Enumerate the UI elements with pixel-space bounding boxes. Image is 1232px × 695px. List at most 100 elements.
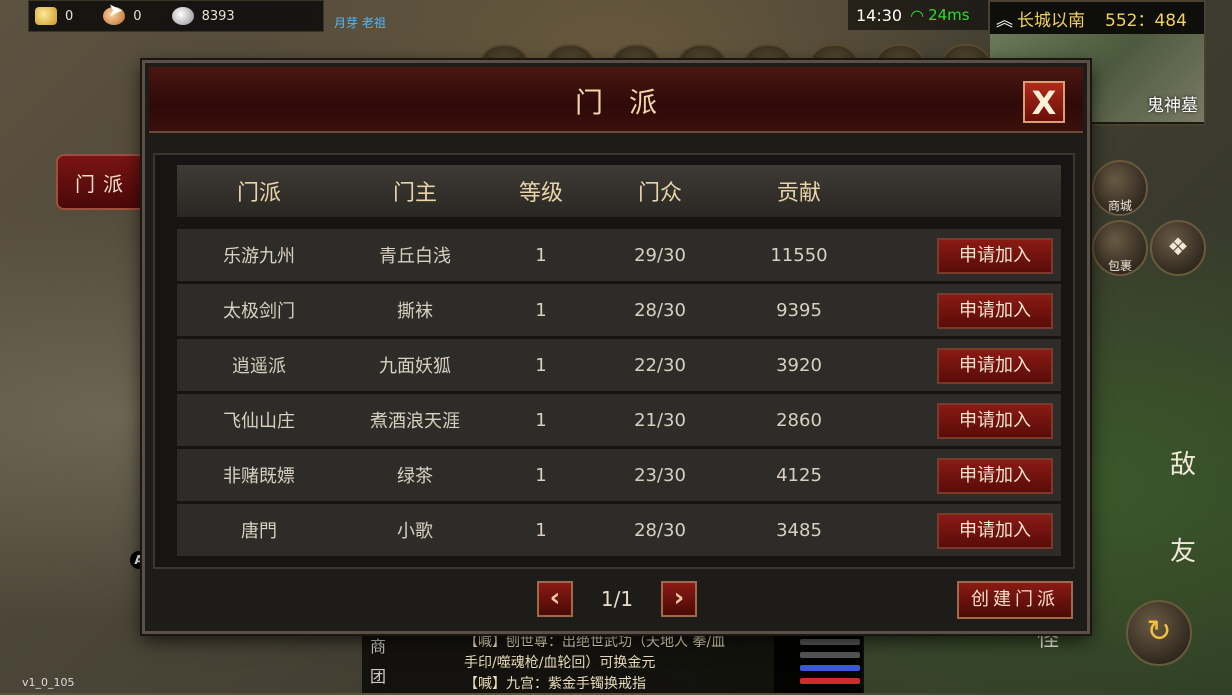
table-row: 飞仙山庄 煮酒浪天涯 1 21/30 2860 申请加入 xyxy=(177,394,1061,446)
silver-amount: 8393 xyxy=(201,8,235,24)
sect-contribution: 3485 xyxy=(776,519,822,541)
sect-members: 23/30 xyxy=(634,464,686,486)
diamond-grid-icon: ❖ xyxy=(1167,233,1189,261)
minimap-header: ︽ 长城以南 552：484 xyxy=(990,2,1204,34)
sect-leader: 煮酒浪天涯 xyxy=(370,411,460,432)
sect-side-tab[interactable]: 门派 xyxy=(56,154,150,210)
next-page-button[interactable]: › xyxy=(661,581,697,617)
map-zone-label: 鬼神墓 xyxy=(1147,96,1198,116)
chat-line: 手印/噬魂枪/血轮回）可换金元 xyxy=(464,655,656,671)
column-header-leader: 门主 xyxy=(392,181,437,206)
chevron-right-icon: › xyxy=(673,583,685,613)
map-coordinates: 552：484 xyxy=(1105,10,1187,31)
table-row: 唐門 小歌 1 28/30 3485 申请加入 xyxy=(177,504,1061,556)
table-row: 乐游九州 青丘白浅 1 29/30 11550 申请加入 xyxy=(177,229,1061,281)
column-header-level: 等级 xyxy=(518,181,563,206)
pagination: ‹ 1/1 › xyxy=(537,581,697,617)
wifi-icon: ◠ xyxy=(910,5,925,25)
prev-page-button[interactable]: ‹ xyxy=(537,581,573,617)
gold-currency: 0 xyxy=(29,7,73,25)
chat-messages: 【喊】刨世尊：出绝世武功（天地人 拳/血 手印/噬魂枪/血轮回）可换金元 【喊】… xyxy=(464,632,725,695)
table-row: 太极剑门 撕袜 1 28/30 9395 申请加入 xyxy=(177,284,1061,336)
shop-button[interactable]: 商城 xyxy=(1092,160,1148,216)
sect-level: 1 xyxy=(535,299,547,321)
player-name-tags[interactable]: 月芽 老祖 xyxy=(334,14,386,31)
sect-leader: 九面妖狐 xyxy=(379,356,451,377)
apply-join-button[interactable]: 申请加入 xyxy=(937,293,1053,329)
sect-members: 22/30 xyxy=(634,354,686,376)
status-bar: 14:30 ◠ 24ms xyxy=(848,0,988,30)
sect-leader: 青丘白浅 xyxy=(379,246,451,267)
sect-name: 太极剑门 xyxy=(223,301,295,322)
table-header: 门派 门主 等级 门众 贡献 xyxy=(177,165,1061,217)
map-name: 长城以南 xyxy=(1017,10,1085,31)
sect-members: 29/30 xyxy=(634,244,686,266)
gold-amount: 0 xyxy=(65,8,74,24)
friend-button[interactable]: 友 xyxy=(1160,512,1206,592)
friend-label: 友 xyxy=(1169,537,1196,567)
close-button[interactable]: X xyxy=(1023,81,1065,123)
shop-label: 商城 xyxy=(1107,199,1132,213)
currency-bar: 0 0 8393 xyxy=(28,0,324,32)
sect-leader: 绿茶 xyxy=(397,466,433,487)
chat-channel-trade[interactable]: 商 xyxy=(370,632,400,662)
page-indicator: 1/1 xyxy=(600,587,634,611)
gold-ingot-icon xyxy=(35,7,57,25)
apply-join-button[interactable]: 申请加入 xyxy=(937,348,1053,384)
sect-table: 门派 门主 等级 门众 贡献 乐游九州 青丘白浅 1 29/30 11550 申… xyxy=(153,153,1075,569)
table-row: 非赌既嫖 绿茶 1 23/30 4125 申请加入 xyxy=(177,449,1061,501)
chevron-up-icon: ︽ xyxy=(996,10,1013,31)
sect-members: 21/30 xyxy=(634,409,686,431)
sect-level: 1 xyxy=(535,409,547,431)
apply-join-button[interactable]: 申请加入 xyxy=(937,513,1053,549)
column-header-contribution: 贡献 xyxy=(776,181,821,206)
column-header-sect: 门派 xyxy=(236,181,281,206)
sect-level: 1 xyxy=(535,244,547,266)
sect-level: 1 xyxy=(535,464,547,486)
stat-bar xyxy=(800,652,860,658)
refresh-arrows-icon: ↻ xyxy=(1146,614,1172,649)
mouse-cursor-icon: ➤ xyxy=(108,0,124,21)
column-header-members: 门众 xyxy=(637,181,682,206)
create-sect-button[interactable]: 创建门派 xyxy=(957,581,1073,619)
chat-channel-team[interactable]: 团 xyxy=(370,662,400,692)
ping-value: 24ms xyxy=(928,6,970,24)
version-label: v1_0_105 xyxy=(22,676,75,689)
sect-name: 逍遥派 xyxy=(232,356,286,377)
stat-bar xyxy=(800,639,860,645)
sect-level: 1 xyxy=(535,519,547,541)
sect-dialog: 门派 X 门派 门主 等级 门众 贡献 乐游九州 青丘白浅 1 29/30 11… xyxy=(142,60,1090,634)
sect-name: 非赌既嫖 xyxy=(223,466,295,487)
diamond-menu-button[interactable]: ❖ xyxy=(1150,220,1206,276)
dialog-header: 门派 X xyxy=(149,67,1083,133)
sect-contribution: 9395 xyxy=(776,299,822,321)
chat-line: 【喊】刨世尊：出绝世武功（天地人 拳/血 xyxy=(464,634,726,650)
chevron-left-icon: ‹ xyxy=(549,583,561,613)
silver-currency: 8393 xyxy=(166,7,235,25)
sect-contribution: 2860 xyxy=(776,409,822,431)
sect-name: 唐門 xyxy=(241,521,277,542)
close-icon: X xyxy=(1031,84,1057,122)
sect-members: 28/30 xyxy=(634,519,686,541)
chat-channel-tabs: 商 团 xyxy=(370,632,400,692)
sect-leader: 撕袜 xyxy=(397,301,433,322)
copper-amount: 0 xyxy=(133,8,142,24)
bag-button[interactable]: 包裹 xyxy=(1092,220,1148,276)
dialog-title: 门派 xyxy=(574,86,683,119)
chat-line: 【喊】九宫：紫金手镯换戒指 xyxy=(464,676,646,692)
sect-contribution: 4125 xyxy=(776,464,822,486)
sect-contribution: 11550 xyxy=(770,244,828,266)
apply-join-button[interactable]: 申请加入 xyxy=(937,458,1053,494)
sect-name: 飞仙山庄 xyxy=(223,411,295,432)
enemy-button[interactable]: 敌 xyxy=(1160,430,1206,500)
apply-join-button[interactable]: 申请加入 xyxy=(937,403,1053,439)
bag-label: 包裹 xyxy=(1107,259,1132,273)
apply-join-button[interactable]: 申请加入 xyxy=(937,238,1053,274)
table-row: 逍遥派 九面妖狐 1 22/30 3920 申请加入 xyxy=(177,339,1061,391)
sect-members: 28/30 xyxy=(634,299,686,321)
switch-target-button[interactable]: ↻ xyxy=(1126,600,1192,666)
enemy-label: 敌 xyxy=(1169,450,1196,480)
hp-bar xyxy=(800,678,860,684)
sect-leader: 小歌 xyxy=(397,521,433,542)
character-stat-bars xyxy=(774,632,864,693)
